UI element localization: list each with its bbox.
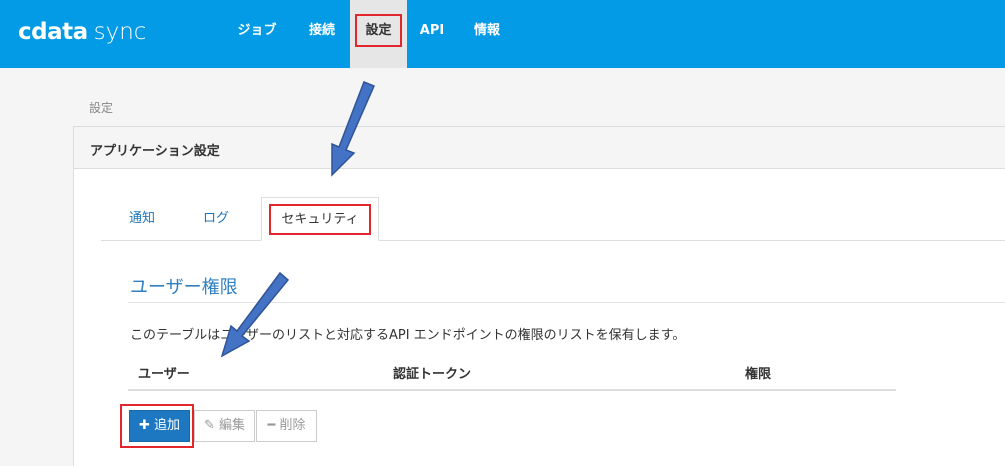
panel-title: アプリケーション設定 <box>74 127 1005 169</box>
logo-text-cdata: cdata <box>18 19 88 45</box>
minus-icon: ━ <box>267 418 276 433</box>
tab-security[interactable]: セキュリティ <box>261 197 379 241</box>
table-description: このテーブルはユーザーのリストと対応するAPI エンドポイントの権限のリストを保… <box>130 328 686 343</box>
tab-security-label: セキュリティ <box>269 204 371 235</box>
edit-button[interactable]: ✎ 編集 <box>194 410 255 442</box>
nav-settings[interactable]: 設定 <box>350 0 407 68</box>
nav-connections[interactable]: 接続 <box>296 0 348 68</box>
column-header-auth-token[interactable]: 認証トークン <box>393 363 471 382</box>
table-header-divider <box>128 389 896 391</box>
nav-info-label: 情報 <box>473 23 500 38</box>
cdata-sync-logo[interactable]: cdata sync <box>18 16 146 48</box>
edit-button-label: 編集 <box>219 418 246 433</box>
nav-info[interactable]: 情報 <box>462 0 512 68</box>
add-button-label: 追加 <box>154 418 181 433</box>
delete-button[interactable]: ━ 削除 <box>256 410 317 442</box>
top-navigation-bar: cdata sync ジョブ 接続 設定 API 情報 <box>0 0 1005 68</box>
breadcrumb: 設定 <box>89 101 114 115</box>
nav-api-label: API <box>419 23 445 38</box>
add-button[interactable]: ✚ 追加 <box>129 410 190 442</box>
nav-settings-label: 設定 <box>355 14 402 47</box>
column-header-user[interactable]: ユーザー <box>138 363 190 382</box>
tab-logs-label: ログ <box>203 211 230 226</box>
delete-button-label: 削除 <box>279 418 306 433</box>
section-divider <box>128 302 1005 303</box>
tab-notifications[interactable]: 通知 <box>129 197 155 241</box>
nav-jobs-label: ジョブ <box>237 23 277 38</box>
settings-tabs: 通知 ログ セキュリティ <box>101 197 1005 241</box>
tab-logs[interactable]: ログ <box>203 197 229 241</box>
nav-connections-label: 接続 <box>308 23 335 38</box>
edit-icon: ✎ <box>203 418 215 433</box>
plus-icon: ✚ <box>138 418 150 433</box>
column-header-permissions[interactable]: 権限 <box>745 363 771 382</box>
tab-notifications-label: 通知 <box>129 211 156 226</box>
nav-api[interactable]: API <box>414 0 450 68</box>
logo-text-sync: sync <box>93 19 147 45</box>
section-title-user-permissions: ユーザー権限 <box>130 277 238 298</box>
nav-jobs[interactable]: ジョブ <box>228 0 286 68</box>
